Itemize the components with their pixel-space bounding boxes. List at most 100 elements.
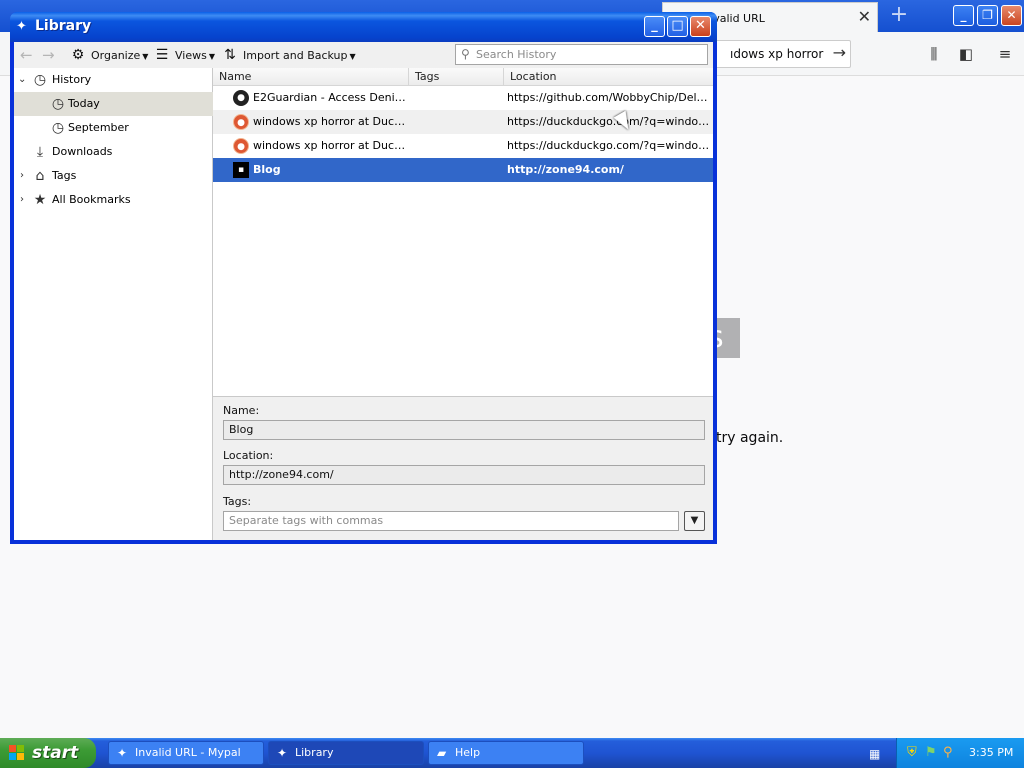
keyboard-icon[interactable]: ▦: [869, 747, 880, 761]
minimize-button[interactable]: _: [644, 16, 665, 37]
url-bar[interactable]: ıdows xp horror →: [705, 40, 851, 68]
list-item-name: Blog: [253, 163, 281, 176]
duckduckgo-icon: ●: [233, 138, 249, 154]
tags-label: Tags:: [223, 495, 252, 508]
tree-item-downloads[interactable]: ⤓ Downloads: [14, 140, 213, 164]
system-tray: ⛨ ⚑ ⚲ 3:35 PM: [896, 738, 1024, 768]
start-button[interactable]: start: [0, 738, 96, 768]
mypal-icon: ✦: [117, 746, 128, 760]
import-export-icon: ⇅: [224, 47, 236, 63]
list-item-selected[interactable]: ▪ Blog http://zone94.com/: [213, 158, 713, 182]
back-arrow-icon[interactable]: ←: [20, 46, 33, 64]
duckduckgo-icon: ●: [233, 114, 249, 130]
list-item-name: windows xp horror at DuckDu…: [253, 139, 408, 152]
clock-icon: ◷: [51, 120, 65, 136]
library-body: ← → ⚙ Organize ▼ ☰ Views ▼ ⇅ Import and Backu…: [14, 42, 713, 540]
error-message: try again.: [716, 430, 784, 446]
close-button[interactable]: ✕: [690, 16, 711, 37]
star-icon: ★: [33, 192, 47, 208]
views-button[interactable]: ☰ Views ▼: [154, 46, 215, 64]
taskbar-item-label: Help: [455, 746, 481, 759]
folder-icon: ▰: [437, 746, 447, 760]
library-window: ✦ Library _ □ ✕ ← → ⚙ Organize ▼ ☰ Views ▼ ⇅…: [10, 12, 717, 544]
organize-label: Organize: [91, 49, 141, 62]
tree-item-today[interactable]: ◷ Today: [14, 92, 213, 116]
views-label: Views: [175, 49, 207, 62]
tag-icon: ⌂: [35, 168, 45, 184]
taskbar-item-label: Invalid URL - Mypal: [135, 746, 241, 759]
sidebar-icon[interactable]: ◧: [956, 44, 976, 64]
tags-field[interactable]: Separate tags with commas: [223, 511, 679, 531]
list-item[interactable]: ● windows xp horror at DuckDu… https://d…: [213, 110, 713, 134]
taskbar-item-library[interactable]: ✦ Library: [268, 741, 424, 765]
history-list: Name Tags Location ● E2Guardian - Access…: [213, 68, 713, 396]
security-shield-icon[interactable]: ⛨: [907, 745, 917, 760]
tree-item-label: Tags: [52, 169, 77, 182]
tree-item-september[interactable]: ◷ September: [14, 116, 213, 140]
list-item-name: E2Guardian - Access Denied: [253, 91, 408, 104]
clock: 3:35 PM: [969, 746, 1014, 759]
caret-icon: ▼: [208, 52, 215, 61]
blog-icon: ▪: [233, 162, 249, 178]
location-field[interactable]: http://zone94.com/: [223, 465, 705, 485]
library-tree: ⌄ ◷ History ◷ Today ◷ September ⤓ Downlo…: [14, 68, 213, 540]
search-icon: ⚲: [461, 47, 470, 61]
organize-button[interactable]: ⚙ Organize ▼: [70, 46, 149, 64]
download-icon: ⤓: [36, 144, 44, 160]
list-item-location: http://zone94.com/: [507, 163, 624, 176]
name-label: Name:: [223, 404, 260, 417]
column-header-tags[interactable]: Tags: [408, 68, 503, 86]
expand-chevron-icon[interactable]: ⌄: [18, 68, 26, 92]
go-arrow-icon[interactable]: →: [833, 43, 846, 62]
gear-icon: ⚙: [71, 47, 85, 63]
list-item-location: https://duckduckgo.com/?q=windows+x…: [507, 139, 710, 152]
taskbar-item-label: Library: [295, 746, 334, 759]
browser-minimize-button[interactable]: _: [953, 5, 974, 26]
start-label: start: [32, 743, 79, 763]
tree-item-all-bookmarks[interactable]: › ★ All Bookmarks: [14, 188, 213, 212]
network-icon[interactable]: ⚑: [925, 745, 937, 760]
tree-item-label: Today: [68, 97, 100, 110]
location-label: Location:: [223, 449, 274, 462]
taskbar-item-help[interactable]: ▰ Help: [428, 741, 584, 765]
tree-item-label: History: [52, 73, 92, 86]
name-field[interactable]: Blog: [223, 420, 705, 440]
maximize-button[interactable]: □: [667, 16, 688, 37]
new-tab-button[interactable]: +: [886, 4, 912, 28]
search-history-input[interactable]: [476, 47, 704, 62]
forward-arrow-icon[interactable]: →: [42, 46, 55, 64]
import-backup-label: Import and Backup: [243, 49, 348, 62]
windows-logo-icon: [9, 745, 26, 761]
list-item[interactable]: ● E2Guardian - Access Denied https://git…: [213, 86, 713, 110]
url-text: ıdows xp horror: [730, 47, 824, 61]
list-item-location: https://duckduckgo.com/?q=windows+x…: [507, 115, 710, 128]
clock-icon: ◷: [33, 72, 47, 88]
collapsed-chevron-icon[interactable]: ›: [20, 164, 24, 188]
tree-item-tags[interactable]: › ⌂ Tags: [14, 164, 213, 188]
mypal-app-icon: ✦: [16, 19, 27, 34]
mypal-icon: ✦: [277, 746, 288, 760]
taskbar-item-mypal[interactable]: ✦ Invalid URL - Mypal: [108, 741, 264, 765]
caret-icon: ▼: [349, 52, 356, 61]
browser-close-button[interactable]: ✕: [1001, 5, 1022, 26]
tags-dropdown-button[interactable]: ▼: [684, 511, 705, 531]
tree-item-label: All Bookmarks: [52, 193, 131, 206]
tree-item-label: September: [68, 121, 129, 134]
menu-icon[interactable]: ≡: [995, 44, 1015, 64]
list-item-name: windows xp horror at DuckDu…: [253, 115, 408, 128]
column-header-location[interactable]: Location: [503, 68, 713, 86]
collapsed-chevron-icon[interactable]: ›: [20, 188, 24, 212]
tab-close-icon[interactable]: ✕: [858, 8, 871, 26]
list-item[interactable]: ● windows xp horror at DuckDu… https://d…: [213, 134, 713, 158]
search-history-field[interactable]: ⚲: [455, 44, 708, 65]
caret-icon: ▼: [142, 52, 149, 61]
import-backup-button[interactable]: ⇅ Import and Backup ▼: [222, 46, 356, 64]
browser-restore-button[interactable]: ❐: [977, 5, 998, 26]
column-header-name[interactable]: Name: [213, 68, 408, 86]
library-icon[interactable]: ⫼: [924, 44, 944, 64]
search-tray-icon[interactable]: ⚲: [943, 745, 953, 760]
library-titlebar[interactable]: ✦ Library _ □ ✕: [10, 12, 717, 42]
list-header: Name Tags Location: [213, 68, 713, 86]
github-icon: ●: [233, 90, 249, 106]
tree-item-history[interactable]: ⌄ ◷ History: [14, 68, 213, 92]
